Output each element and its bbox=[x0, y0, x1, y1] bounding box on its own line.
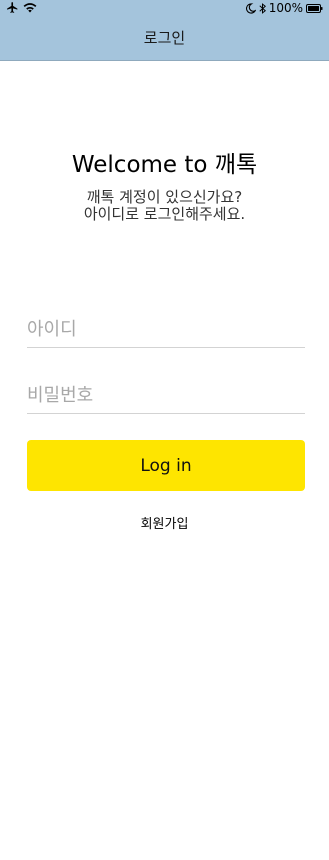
app-header: 100% 로그인 bbox=[0, 0, 329, 61]
welcome-title: Welcome to 깨톡 bbox=[71, 152, 258, 178]
battery-icon bbox=[306, 3, 323, 13]
id-field-container bbox=[27, 312, 305, 348]
login-button[interactable]: Log in bbox=[27, 440, 305, 491]
id-input[interactable] bbox=[27, 312, 305, 347]
moon-icon bbox=[245, 2, 256, 14]
page-title: 로그인 bbox=[143, 29, 186, 47]
login-screen: 100% 로그인 Welcome to 깨톡 깨톡 계정이 있으신가요? 아이디… bbox=[0, 0, 329, 860]
password-input[interactable] bbox=[27, 378, 305, 413]
signup-link[interactable]: 회원가입 bbox=[0, 513, 329, 532]
battery-percent: 100% bbox=[268, 1, 303, 15]
bluetooth-icon bbox=[259, 2, 266, 14]
welcome-subtitle-line1: 깨톡 계정이 있으신가요? bbox=[86, 188, 243, 206]
airplane-icon bbox=[6, 1, 19, 14]
welcome-subtitle: 깨톡 계정이 있으신가요? 아이디로 로그인해주세요. bbox=[0, 189, 329, 223]
welcome-subtitle-line2: 아이디로 로그인해주세요. bbox=[83, 205, 246, 223]
status-bar: 100% bbox=[0, 0, 329, 18]
password-field-container bbox=[27, 378, 305, 414]
wifi-icon bbox=[23, 2, 37, 13]
